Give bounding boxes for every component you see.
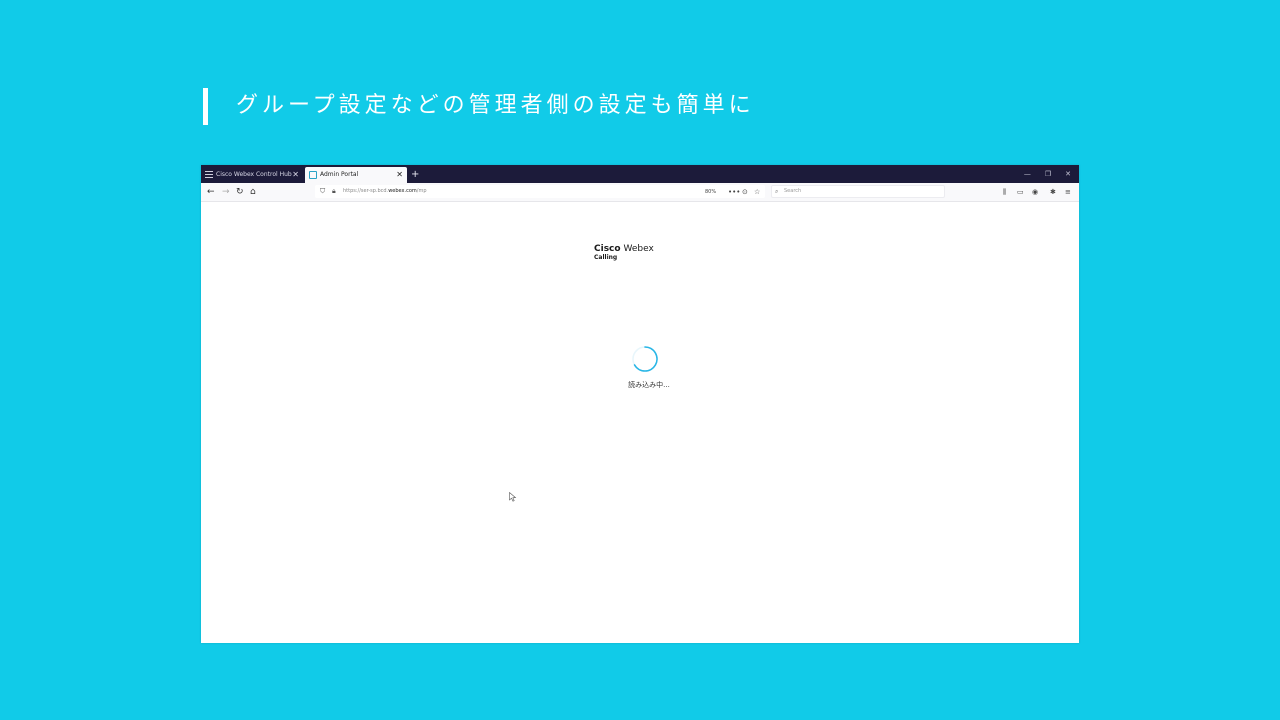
- search-icon: ⌕: [775, 188, 779, 195]
- logo-subtitle: Calling: [594, 254, 618, 261]
- account-icon[interactable]: ◉: [1032, 183, 1038, 201]
- tab-label: Cisco Webex Control Hub: [216, 171, 292, 178]
- browser-navbar: ← → ↻ ⌂ ⛉ 🔒︎ https://ser-sp.bcd.webex.co…: [201, 183, 1079, 202]
- bookmark-star-icon[interactable]: ☆: [754, 183, 760, 201]
- webex-calling-logo: Cisco Webex Calling: [594, 244, 654, 262]
- slide-heading: グループ設定などの管理者側の設定も簡単に: [236, 93, 755, 118]
- tab-admin-portal[interactable]: Admin Portal ✕: [305, 167, 407, 183]
- url-text[interactable]: https://ser-sp.bcd.webex.com/mp: [343, 185, 427, 198]
- library-icon[interactable]: ⫼: [1003, 183, 1006, 201]
- shield-icon[interactable]: ⛉: [320, 185, 325, 198]
- browser-titlebar: Cisco Webex Control Hub ✕ Admin Portal ✕…: [201, 165, 1079, 183]
- url-bar[interactable]: ⛉ 🔒︎ https://ser-sp.bcd.webex.com/mp: [315, 185, 765, 198]
- sidebar-icon[interactable]: ▭: [1017, 183, 1024, 201]
- search-input[interactable]: ⌕ Search: [771, 185, 945, 198]
- back-icon[interactable]: ←: [207, 183, 215, 201]
- menu-icon: [205, 171, 213, 179]
- reload-icon[interactable]: ↻: [236, 183, 244, 201]
- logo-product: Webex: [623, 244, 654, 254]
- close-icon[interactable]: ✕: [292, 167, 299, 183]
- heading-accent-bar: [203, 88, 208, 125]
- new-tab-button[interactable]: +: [411, 167, 419, 183]
- pocket-icon[interactable]: ⊙: [742, 183, 748, 201]
- search-placeholder: Search: [784, 188, 802, 194]
- close-window-icon[interactable]: ✕: [1065, 165, 1071, 183]
- logo-brand: Cisco: [594, 244, 621, 254]
- loading-text: 読み込み中...: [628, 381, 670, 389]
- browser-window: Cisco Webex Control Hub ✕ Admin Portal ✕…: [201, 165, 1079, 643]
- minimize-icon[interactable]: —: [1024, 165, 1031, 183]
- tab-label: Admin Portal: [320, 171, 359, 178]
- restore-icon[interactable]: ❐: [1045, 165, 1051, 183]
- hamburger-menu-icon[interactable]: ≡: [1065, 183, 1071, 201]
- close-icon[interactable]: ✕: [396, 167, 403, 183]
- mouse-cursor-icon: [509, 492, 517, 502]
- zoom-level[interactable]: 80%: [705, 183, 716, 201]
- tab-control-hub[interactable]: Cisco Webex Control Hub ✕: [201, 167, 303, 183]
- lock-icon[interactable]: 🔒︎: [332, 185, 336, 198]
- loading-spinner-icon: [632, 346, 658, 372]
- more-icon[interactable]: •••: [728, 183, 740, 201]
- portal-icon: [309, 171, 317, 179]
- page-content: Cisco Webex Calling 読み込み中...: [201, 202, 1079, 643]
- extensions-icon[interactable]: ✱: [1050, 183, 1056, 201]
- slide: グループ設定などの管理者側の設定も簡単に Cisco Webex Control…: [0, 0, 1280, 720]
- home-icon[interactable]: ⌂: [250, 183, 256, 201]
- window-controls: — ❐ ✕: [1024, 165, 1071, 183]
- forward-icon[interactable]: →: [222, 183, 230, 201]
